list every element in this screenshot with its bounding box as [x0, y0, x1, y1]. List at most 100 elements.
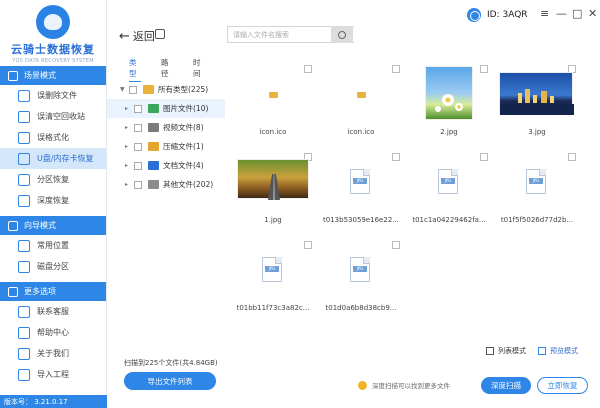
search-button[interactable] [331, 26, 353, 43]
sidebar-item-label: 常用位置 [37, 241, 69, 250]
file-checkbox[interactable] [304, 65, 312, 73]
location-icon [18, 239, 30, 252]
video-file-icon [148, 123, 159, 132]
jpg-file-icon: JPG [526, 169, 546, 194]
expand-icon[interactable]: ▸ [125, 181, 134, 188]
file-checkbox[interactable] [568, 153, 576, 161]
jpg-file-icon: JPG [350, 257, 370, 282]
file-checkbox[interactable] [392, 241, 400, 249]
format-icon [18, 131, 30, 144]
file-tile[interactable]: JPG t01bb11f73c3a82c... [231, 238, 315, 316]
sidebar-item-import[interactable]: 导入工程 [0, 364, 106, 385]
road-illustration [268, 174, 280, 200]
sidebar-item-recycle-bin[interactable]: 误清空回收站 [0, 106, 106, 127]
tab-path[interactable]: 路径 [161, 57, 173, 81]
menu-icon[interactable]: ≡ [540, 7, 549, 20]
tree-checkbox[interactable] [129, 85, 137, 94]
tree-checkbox[interactable] [134, 161, 142, 170]
recover-now-button[interactable]: 立即恢复 [537, 377, 588, 394]
close-icon[interactable]: ✕ [588, 7, 597, 20]
tree-checkbox[interactable] [134, 180, 142, 189]
tree-label: 图片文件(10) [163, 104, 209, 113]
sidebar-item-label: 磁盘分区 [37, 262, 69, 271]
jpg-file-icon: JPG [438, 169, 458, 194]
file-checkbox[interactable] [392, 65, 400, 73]
file-name: 3.jpg [528, 128, 546, 136]
list-mode-label: 列表模式 [498, 347, 526, 355]
arrow-left-icon: ← [119, 28, 130, 44]
sidebar-item-common-location[interactable]: 常用位置 [0, 235, 106, 256]
info-icon [358, 380, 367, 390]
folder-icon [143, 85, 154, 94]
help-icon [18, 326, 30, 339]
sidebar-item-about[interactable]: 关于我们 [0, 343, 106, 364]
deep-scan-button[interactable]: 深度扫描 [481, 377, 531, 394]
file-tile[interactable]: JPG t01d0a6b8d38cb9... [319, 238, 403, 316]
preview-mode-toggle[interactable]: 预览模式 [538, 346, 578, 356]
tree-item-others[interactable]: ▸ 其他文件(202) [107, 175, 225, 194]
sidebar-item-label: 误删除文件 [37, 91, 77, 100]
back-button[interactable]: ← 返回 [119, 28, 155, 44]
sidebar-item-partition[interactable]: 分区恢复 [0, 169, 106, 190]
sidebar: 云骑士数据恢复 YQS DATA RECOVERY SYSTEM 场景模式 误删… [0, 0, 107, 408]
file-name: t01bb11f73c3a82c... [236, 304, 310, 312]
file-tile[interactable]: 2.jpg [407, 62, 491, 140]
flower-illustration [435, 94, 463, 112]
file-tile[interactable]: JPG t01f5f5026d77d2b... [495, 150, 579, 228]
refresh-icon[interactable] [155, 29, 165, 39]
tree-item-videos[interactable]: ▸ 视频文件(8) [107, 118, 225, 137]
sidebar-item-format[interactable]: 误格式化 [0, 127, 106, 148]
user-id: ID: 3AQR [467, 8, 528, 22]
expand-icon[interactable]: ▸ [125, 143, 134, 150]
tree-checkbox[interactable] [134, 123, 142, 132]
file-checkbox[interactable] [304, 241, 312, 249]
image-file-icon [148, 104, 159, 113]
sidebar-item-deep[interactable]: 深度恢复 [0, 190, 106, 211]
maximize-icon[interactable]: □ [572, 7, 582, 20]
sidebar-item-help[interactable]: 帮助中心 [0, 322, 106, 343]
file-checkbox[interactable] [480, 153, 488, 161]
image-thumbnail [425, 66, 473, 120]
tree-item-images[interactable]: ▸ 图片文件(10) [107, 99, 225, 118]
tab-time[interactable]: 时间 [193, 57, 205, 81]
folder-icon [269, 92, 278, 98]
sidebar-item-label: 误格式化 [37, 133, 69, 142]
file-tile[interactable]: icon.ico [231, 62, 315, 140]
sidebar-item-usb-card[interactable]: U盘/内存卡恢复 [0, 148, 106, 169]
section-wizard-mode: 向导模式 [0, 216, 106, 235]
export-list-button[interactable]: 导出文件列表 [124, 372, 216, 390]
sidebar-item-deleted-files[interactable]: 误删除文件 [0, 85, 106, 106]
city-illustration [500, 89, 574, 115]
file-checkbox[interactable] [480, 65, 488, 73]
tree-checkbox[interactable] [134, 104, 142, 113]
tree-checkbox[interactable] [134, 142, 142, 151]
file-checkbox[interactable] [392, 153, 400, 161]
expand-icon[interactable]: ▸ [125, 124, 134, 131]
expand-icon[interactable]: ▼ [120, 86, 129, 93]
tree-root[interactable]: ▼ 所有类型(225) [107, 80, 225, 99]
sidebar-item-disk-partition[interactable]: 磁盘分区 [0, 256, 106, 277]
expand-icon[interactable]: ▸ [125, 105, 134, 112]
document-file-icon [148, 161, 159, 170]
file-tile[interactable]: JPG t01c1a04229462fa... [407, 150, 491, 228]
disk-icon [18, 260, 30, 273]
tree-label: 其他文件(202) [163, 180, 214, 189]
file-tile[interactable]: 3.jpg [495, 62, 579, 140]
file-tile[interactable]: 1.jpg [231, 150, 315, 228]
tab-type[interactable]: 类型 [129, 57, 141, 82]
tree-label: 所有类型(225) [158, 85, 209, 94]
section-title: 更多选项 [24, 287, 56, 296]
tree-item-archives[interactable]: ▸ 压缩文件(1) [107, 137, 225, 156]
minimize-icon[interactable]: — [556, 7, 567, 20]
logo-icon [36, 5, 70, 39]
section-title: 场景模式 [24, 71, 56, 80]
list-mode-toggle[interactable]: 列表模式 [486, 346, 526, 356]
sidebar-item-contact[interactable]: 联系客服 [0, 301, 106, 322]
file-tile[interactable]: JPG t013b53059e16e22... [319, 150, 403, 228]
partition-icon [18, 173, 30, 186]
file-tile[interactable]: icon.ico [319, 62, 403, 140]
sidebar-item-label: 误清空回收站 [37, 112, 85, 121]
tree-item-documents[interactable]: ▸ 文档文件(4) [107, 156, 225, 175]
file-type-tree: 类型 路径 时间 ▼ 所有类型(225) ▸ 图片文件(10) ▸ 视频文件(8… [107, 58, 225, 348]
expand-icon[interactable]: ▸ [125, 162, 134, 169]
